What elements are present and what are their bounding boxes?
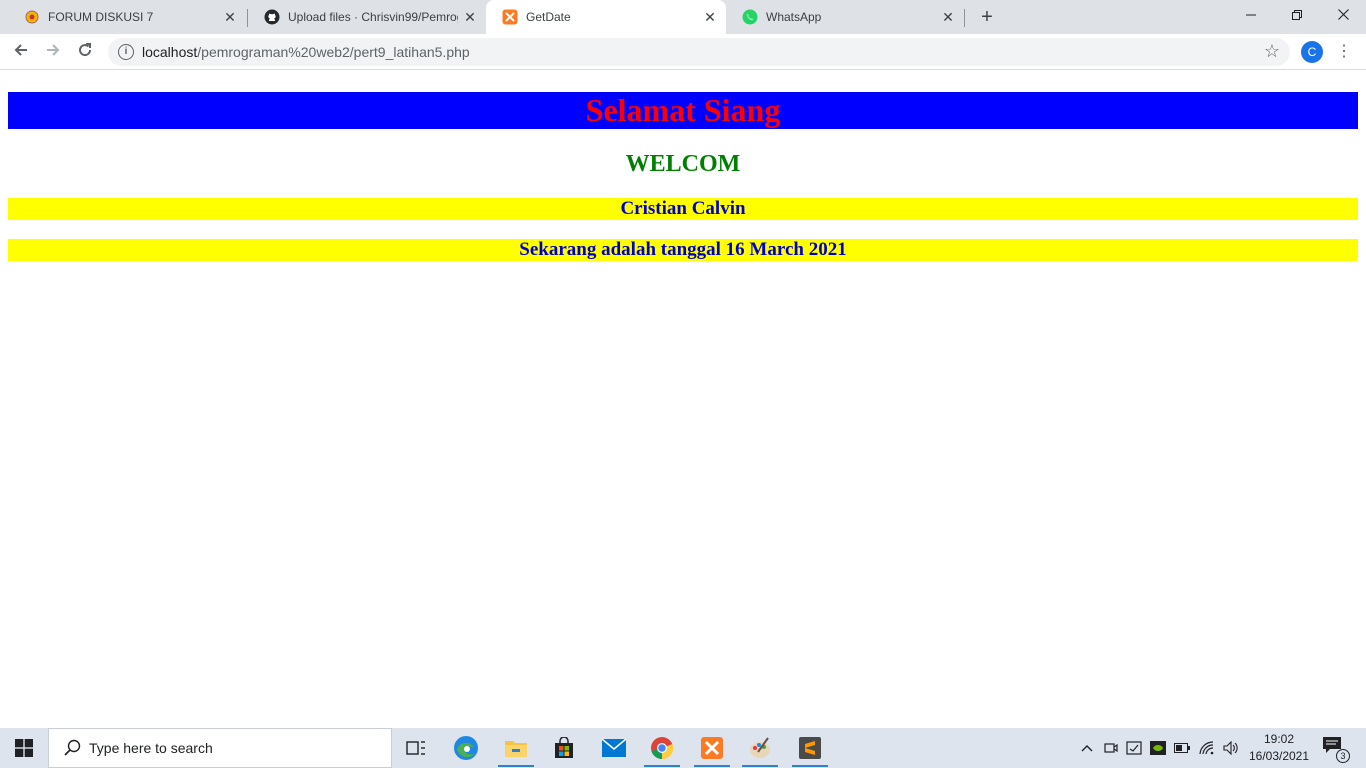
- tab-forum-diskusi[interactable]: FORUM DISKUSI 7 ✕: [8, 0, 246, 34]
- file-explorer-icon[interactable]: [492, 728, 540, 768]
- clock-date: 16/03/2021: [1248, 749, 1310, 763]
- restore-icon: [1292, 10, 1302, 20]
- nvidia-icon[interactable]: [1149, 728, 1167, 768]
- reload-button[interactable]: [72, 39, 98, 65]
- moodle-icon: [24, 9, 40, 25]
- action-center-button[interactable]: 3: [1322, 736, 1350, 763]
- url-host: localhost: [142, 44, 198, 60]
- close-tab-icon[interactable]: ✕: [462, 9, 478, 25]
- tab-getdate[interactable]: GetDate ✕: [486, 0, 726, 34]
- url-path: /pemrograman%20web2/pert9_latihan5.php: [197, 44, 470, 60]
- search-icon: [64, 739, 81, 756]
- show-hidden-icons-chevron-icon[interactable]: [1078, 728, 1096, 768]
- browser-menu-icon[interactable]: ⋮: [1334, 40, 1354, 64]
- github-icon: [264, 9, 280, 25]
- xampp-icon: [502, 9, 518, 25]
- back-button[interactable]: [8, 39, 34, 65]
- bookmark-star-icon[interactable]: ☆: [1264, 41, 1280, 62]
- forward-arrow-icon: [47, 44, 60, 56]
- forward-button[interactable]: [40, 39, 66, 65]
- whatsapp-icon: [742, 9, 758, 25]
- close-window-button[interactable]: [1320, 0, 1366, 30]
- tab-whatsapp[interactable]: WhatsApp ✕: [726, 0, 964, 34]
- task-view-icon[interactable]: [392, 728, 440, 768]
- profile-avatar[interactable]: C: [1301, 41, 1323, 63]
- page-content: Selamat Siang WELCOM Cristian Calvin Sek…: [0, 71, 1366, 728]
- site-info-icon[interactable]: i: [118, 44, 134, 60]
- notification-count-badge: 3: [1336, 749, 1350, 763]
- browser-window: FORUM DISKUSI 7 ✕ Upload files · Chrisvi…: [0, 0, 1366, 728]
- store-icon[interactable]: [540, 728, 588, 768]
- taskbar-clock[interactable]: 19:02 16/03/2021: [1246, 731, 1312, 765]
- new-tab-button[interactable]: +: [976, 6, 998, 28]
- tab-strip: FORUM DISKUSI 7 ✕ Upload files · Chrisvi…: [0, 0, 1366, 34]
- address-url: localhost/pemrograman%20web2/pert9_latih…: [142, 44, 470, 60]
- tab-github-upload[interactable]: Upload files · Chrisvin99/Pemrog ✕: [248, 0, 486, 34]
- taskbar-search-box[interactable]: Type here to search: [48, 728, 392, 768]
- xampp-icon[interactable]: [688, 728, 736, 768]
- tab-separator: [964, 9, 965, 27]
- tab-title: GetDate: [526, 10, 571, 24]
- windows-taskbar: Type here to search 19:02 16/03/2021 3: [0, 728, 1366, 768]
- browser-toolbar: i localhost/pemrograman%20web2/pert9_lat…: [0, 34, 1366, 70]
- search-placeholder: Type here to search: [89, 740, 213, 756]
- start-button[interactable]: [0, 728, 48, 768]
- tab-title: FORUM DISKUSI 7: [48, 10, 154, 24]
- close-tab-icon[interactable]: ✕: [940, 9, 956, 25]
- volume-icon[interactable]: [1221, 728, 1241, 768]
- screen-clip-icon[interactable]: [1125, 728, 1143, 768]
- restore-button[interactable]: [1274, 0, 1320, 30]
- minimize-button[interactable]: [1228, 0, 1274, 30]
- close-tab-icon[interactable]: ✕: [222, 9, 238, 25]
- tab-title: Upload files · Chrisvin99/Pemrog: [288, 10, 458, 24]
- paint-icon[interactable]: [736, 728, 784, 768]
- reload-icon: [79, 43, 92, 57]
- chrome-icon[interactable]: [638, 728, 686, 768]
- welcome-heading: WELCOM: [625, 151, 741, 177]
- windows-logo-icon: [15, 739, 33, 757]
- close-icon: [1337, 9, 1349, 20]
- address-bar[interactable]: i localhost/pemrograman%20web2/pert9_lat…: [108, 38, 1290, 66]
- greeting-banner: Selamat Siang: [8, 92, 1358, 129]
- close-tab-icon[interactable]: ✕: [702, 9, 718, 25]
- minimize-icon: [1246, 14, 1256, 16]
- mail-icon[interactable]: [590, 728, 638, 768]
- date-bar: Sekarang adalah tanggal 16 March 2021: [8, 239, 1358, 261]
- edge-icon[interactable]: [442, 728, 490, 768]
- meet-now-icon[interactable]: [1102, 728, 1120, 768]
- tab-title: WhatsApp: [766, 10, 822, 24]
- clock-time: 19:02: [1263, 732, 1295, 746]
- name-bar: Cristian Calvin: [8, 198, 1358, 220]
- wifi-icon[interactable]: [1198, 728, 1216, 768]
- battery-icon[interactable]: [1173, 728, 1191, 768]
- back-arrow-icon: [14, 44, 27, 56]
- sublime-text-icon[interactable]: [786, 728, 834, 768]
